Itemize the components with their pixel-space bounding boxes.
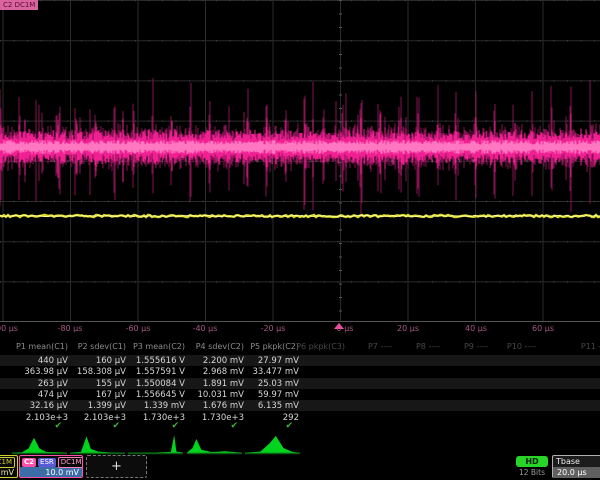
measurement-value-mean: 33.477 mV [252,367,299,377]
status-check-icon: ✔ [230,421,238,431]
parameter-header-disabled[interactable]: P6 pkpk(C3) [296,342,345,351]
c2-coupling-badge: DC1M [58,457,83,468]
c2-esr-badge: ESR [38,458,56,467]
table-row-stripe [0,378,600,389]
measurement-value-min: 263 µV [38,379,68,389]
c2-volts-per-div: 10.0 mV [20,467,82,478]
measurement-value-mean: 2.968 mV [203,367,244,377]
parameter-histicon[interactable] [187,432,242,456]
time-axis: -100 µs -80 µs -60 µs -40 µs -20 µs 0 µs 20 µs… [0,322,600,339]
timebase-title: Tbase [553,456,600,467]
histicon-row [0,432,600,456]
measurement-value-min: 155 µV [96,379,126,389]
measurement-value-max: 167 µV [96,390,126,400]
measurement-value-min: 25.03 mV [258,379,299,389]
measurement-value-max: 59.97 mV [258,390,299,400]
status-check-icon: ✔ [285,421,293,431]
status-check-icon: ✔ [112,421,120,431]
measurement-value-value: 2.200 mV [203,356,244,366]
descriptor-bar: DC1M 10.0 mV C2 ESR DC1M 10.0 mV + HD 12… [0,455,600,480]
parameter-header-disabled[interactable]: P7 ---- [368,342,392,351]
channel2-noise-trace [0,78,600,214]
add-trace-button[interactable]: + [86,455,147,478]
hd-mode-badge[interactable]: HD [516,456,548,467]
time-axis-label: 40 µs [465,324,487,333]
timebase-value: 20.0 µs [553,467,600,478]
c2-label-badge: C2 [22,458,36,467]
parameter-histicon[interactable] [128,432,183,456]
time-axis-label: -20 µs [261,324,286,333]
measurement-value-max: 474 µV [38,390,68,400]
time-axis-label: -60 µs [126,324,151,333]
measurement-value-value: 27.97 mV [258,356,299,366]
channel2-descriptor[interactable]: C2 ESR DC1M 10.0 mV [19,455,83,478]
oscilloscope-screen: C2 DC1M -100 µs -80 µs -60 µs -40 µs -20 µs 0… [0,0,600,480]
c1-volts-per-div: 10.0 mV [0,467,17,478]
table-row-stripe [0,355,600,366]
parameter-header[interactable]: P5 pkpk(C2) [250,342,299,351]
parameter-header[interactable]: P3 mean(C2) [133,342,185,351]
parameter-header[interactable]: P4 sdev(C2) [196,342,244,351]
parameter-header-disabled[interactable]: P8 ---- [416,342,440,351]
status-check-icon: ✔ [171,421,179,431]
parameter-header-disabled[interactable]: P10 ---- [507,342,536,351]
measurement-value-value: 440 µV [38,356,68,366]
measurement-value-max: 10.031 mV [197,390,244,400]
c1-coupling-badge: DC1M [0,457,15,468]
measurement-value-max: 1.556645 V [136,390,185,400]
parameter-histicon[interactable] [245,432,300,456]
measurement-value-min: 1.550084 V [136,379,185,389]
time-axis-label: -100 µs [0,324,18,333]
measurement-value-min: 1.891 mV [203,379,244,389]
measurement-value-value: 1.555616 V [136,356,185,366]
parameter-header-disabled[interactable]: P9 ---- [464,342,488,351]
parameter-histicon[interactable] [12,432,67,456]
measurement-value-sdev: 32.16 µV [30,401,68,411]
parameter-histicon[interactable] [70,432,125,456]
trace-annotation-badge: C2 DC1M [0,0,38,10]
channel1-descriptor[interactable]: DC1M 10.0 mV [0,455,18,478]
time-axis-label: 60 µs [532,324,554,333]
measurement-value-sdev: 1.339 mV [144,401,185,411]
channel1-flat-trace [0,215,600,217]
time-axis-label: 20 µs [397,324,419,333]
measurement-value-mean: 363.98 µV [24,367,68,377]
measurement-value-sdev: 1.399 µV [88,401,126,411]
measurement-table: P1 mean(C1) P2 sdev(C1) P3 mean(C2) P4 sdev… [0,339,600,432]
parameter-header[interactable]: P1 mean(C1) [16,342,68,351]
timebase-descriptor[interactable]: Tbase 20.0 µs [552,455,600,478]
waveform-grid [0,0,600,322]
time-axis-label: -80 µs [58,324,83,333]
parameter-header-disabled[interactable]: P11 ---- [581,342,600,351]
measurement-value-sdev: 6.135 mV [258,401,299,411]
measurement-value-mean: 158.308 µV [77,367,126,377]
measurement-value-sdev: 1.676 mV [203,401,244,411]
measurement-value-value: 160 µV [96,356,126,366]
status-check-icon: ✔ [54,421,62,431]
parameter-header[interactable]: P2 sdev(C1) [78,342,126,351]
hd-bits-label: 12 Bits [512,468,552,477]
time-axis-label: 0 µs [337,324,354,333]
time-axis-label: -40 µs [193,324,218,333]
measurement-value-mean: 1.557591 V [136,367,185,377]
